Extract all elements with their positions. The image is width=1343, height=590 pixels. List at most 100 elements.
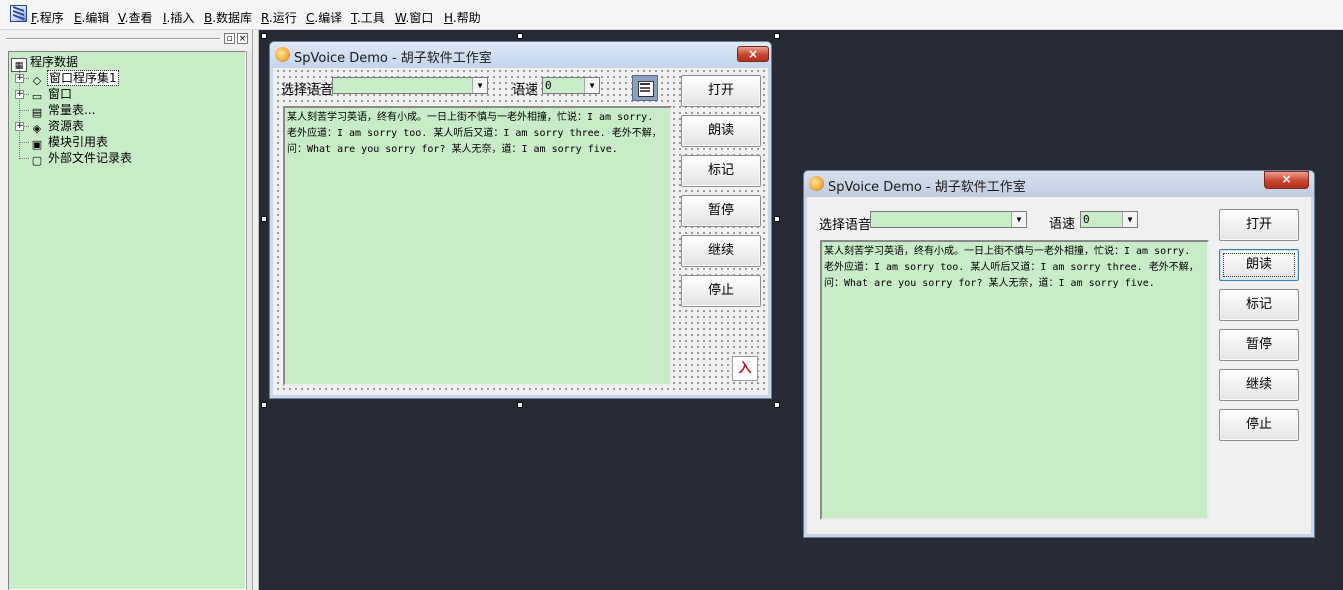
selection-handle[interactable] — [261, 402, 267, 408]
tree-root-label: 程序数据 — [30, 55, 79, 69]
menu-item[interactable]: B.数据库 — [204, 9, 252, 26]
tree-item[interactable]: ▤ 常量表... — [29, 102, 96, 119]
text-editor-content: 某人刻苦学习英语，终有小成。一日上街不慎与一老外相撞，忙说：I am sorry… — [824, 246, 1199, 289]
app-icon — [10, 5, 27, 22]
stop-button[interactable]: 停止 — [1219, 409, 1299, 441]
chevron-down-icon[interactable]: ▼ — [1122, 212, 1137, 227]
expand-icon[interactable]: + — [15, 74, 24, 83]
panel-scrollbar[interactable] — [246, 51, 252, 590]
preview-form-client: 选择语音 ▼ 语速 0 ▼ 某人刻苦学习英语，终有小成。一日上街不慎与一老外相撞… — [809, 197, 1309, 532]
menu-item-label: .程序 — [35, 11, 64, 25]
menu-item[interactable]: W.窗口 — [395, 9, 433, 26]
project-tree[interactable]: ▦ 程序数据 + ◇ 窗口程序集1 + ▭ 窗口 ▤ 常量表... + ◈ 资源表 ▣ 模块引用表 ▢ 外部文件… — [8, 51, 246, 590]
preview-form-title: SpVoice Demo - 胡子软件工作室 — [828, 180, 1026, 195]
tree-connector — [19, 110, 29, 111]
chevron-down-icon[interactable]: ▼ — [584, 78, 599, 93]
menubar: F.程序 E.编辑 V.查看 I.插入 B.数据库 R.运行 C.编译 T.工具 W.窗口 H.帮… — [0, 0, 1343, 30]
chevron-down-icon[interactable]: ▼ — [472, 78, 487, 93]
button-label: 继续 — [707, 243, 734, 258]
tree-root[interactable]: ▦ 程序数据 — [11, 54, 79, 72]
panel-pin-icon[interactable]: ▫ — [224, 33, 235, 44]
close-icon[interactable]: × — [737, 46, 769, 62]
button-label: 暂停 — [707, 203, 734, 218]
panel-titlebar: ▫ × — [6, 33, 248, 45]
bookmark-button[interactable]: 标记 — [681, 155, 761, 187]
tree-item[interactable]: ▭ 窗口 — [29, 86, 73, 103]
tree-item[interactable]: ◇ 窗口程序集1 — [29, 70, 119, 87]
button-label: 停止 — [1245, 417, 1272, 432]
menu-item-accelerator: V — [118, 11, 125, 25]
menu-item[interactable]: H.帮助 — [444, 9, 481, 26]
close-icon[interactable]: × — [1264, 171, 1309, 189]
menu-item-accelerator: E — [74, 11, 82, 25]
external-file-icon: ▢ — [31, 154, 43, 167]
menu-item[interactable]: C.编译 — [306, 9, 342, 26]
menu-item-accelerator: H — [444, 11, 453, 25]
text-editor[interactable]: 某人刻苦学习英语，终有小成。一日上街不慎与一老外相撞，忙说：I am sorry… — [820, 240, 1209, 520]
expand-icon[interactable]: + — [15, 122, 24, 131]
app-logo-icon — [809, 176, 824, 191]
expand-icon[interactable]: + — [15, 90, 24, 99]
rate-combo-value: 0 — [545, 79, 552, 92]
tree-item[interactable]: ▢ 外部文件记录表 — [29, 150, 133, 167]
stop-button[interactable]: 停止 — [681, 275, 761, 307]
menu-item-label: .帮助 — [452, 11, 481, 25]
rate-label: 语速 — [1049, 217, 1076, 232]
menu-item[interactable]: E.编辑 — [74, 9, 109, 26]
selection-handle[interactable] — [774, 33, 780, 39]
design-form-client[interactable]: 选择语音 ▼ 语速 0 ▼ 某人刻苦学习英语，终有小成。一日上街不慎与一老外相撞… — [275, 68, 766, 393]
menu-item[interactable]: T.工具 — [351, 9, 385, 26]
tree-item-label: 外部文件记录表 — [48, 151, 133, 165]
design-form-window[interactable]: SpVoice Demo - 胡子软件工作室 × 选择语音 ▼ 语速 0 ▼ 某… — [269, 41, 772, 399]
design-form-titlebar: SpVoice Demo - 胡子软件工作室 × — [270, 42, 771, 68]
preview-form-titlebar: SpVoice Demo - 胡子软件工作室 × — [804, 171, 1314, 197]
read-aloud-button[interactable]: 朗读 — [681, 115, 761, 147]
open-button[interactable]: 打开 — [1219, 209, 1299, 241]
tree-item-label: 常量表... — [48, 103, 96, 117]
rate-combo-value: 0 — [1083, 213, 1090, 226]
rate-label: 语速 — [512, 83, 539, 98]
button-label: 标记 — [707, 163, 734, 178]
tree-item[interactable]: ▣ 模块引用表 — [29, 134, 109, 151]
menu-item[interactable]: I.插入 — [163, 9, 194, 26]
menu-item-label: .插入 — [166, 11, 195, 25]
tree-item-label: 窗口 — [48, 87, 73, 101]
resume-button[interactable]: 继续 — [681, 235, 761, 267]
app-logo-icon — [275, 47, 290, 62]
menu-item-accelerator: R — [261, 11, 269, 25]
rate-combo[interactable]: 0 ▼ — [1080, 211, 1138, 228]
menu-item[interactable]: F.程序 — [31, 9, 64, 26]
menu-item[interactable]: R.运行 — [261, 9, 297, 26]
voice-combo[interactable]: ▼ — [332, 77, 488, 94]
text-editor-content: 某人刻苦学习英语，终有小成。一日上街不慎与一老外相撞，忙说：I am sorry… — [287, 112, 662, 155]
selection-handle[interactable] — [517, 33, 523, 39]
menu-item[interactable]: V.查看 — [118, 9, 153, 26]
selection-handle[interactable] — [517, 402, 523, 408]
selection-handle[interactable] — [774, 402, 780, 408]
button-label: 标记 — [1245, 297, 1272, 312]
chevron-down-icon[interactable]: ▼ — [1011, 212, 1026, 227]
menu-item-accelerator: B — [204, 11, 213, 25]
read-aloud-button[interactable]: 朗读 — [1219, 249, 1299, 281]
speech-control-icon[interactable]: 入 — [732, 356, 758, 381]
preview-form-window[interactable]: SpVoice Demo - 胡子软件工作室 × 选择语音 ▼ 语速 0 ▼ 某… — [803, 170, 1315, 538]
rate-combo[interactable]: 0 ▼ — [542, 77, 600, 94]
text-editor[interactable]: 某人刻苦学习英语，终有小成。一日上街不慎与一老外相撞，忙说：I am sorry… — [283, 106, 672, 386]
timer-control-icon[interactable] — [632, 75, 658, 101]
tree-item[interactable]: ◈ 资源表 — [29, 118, 85, 135]
panel-close-icon[interactable]: × — [237, 33, 248, 44]
voice-combo[interactable]: ▼ — [870, 211, 1027, 228]
resume-button[interactable]: 继续 — [1219, 369, 1299, 401]
open-button[interactable]: 打开 — [681, 75, 761, 107]
tree-item-label: 资源表 — [48, 119, 85, 133]
selection-handle[interactable] — [261, 216, 267, 222]
selection-handle[interactable] — [774, 216, 780, 222]
tree-connector — [19, 142, 29, 143]
pause-button[interactable]: 暂停 — [1219, 329, 1299, 361]
pause-button[interactable]: 暂停 — [681, 195, 761, 227]
design-form-title: SpVoice Demo - 胡子软件工作室 — [294, 51, 492, 66]
tree-item-label: 模块引用表 — [48, 135, 109, 149]
menu-item-label: .查看 — [124, 11, 153, 25]
selection-handle[interactable] — [261, 33, 267, 39]
bookmark-button[interactable]: 标记 — [1219, 289, 1299, 321]
